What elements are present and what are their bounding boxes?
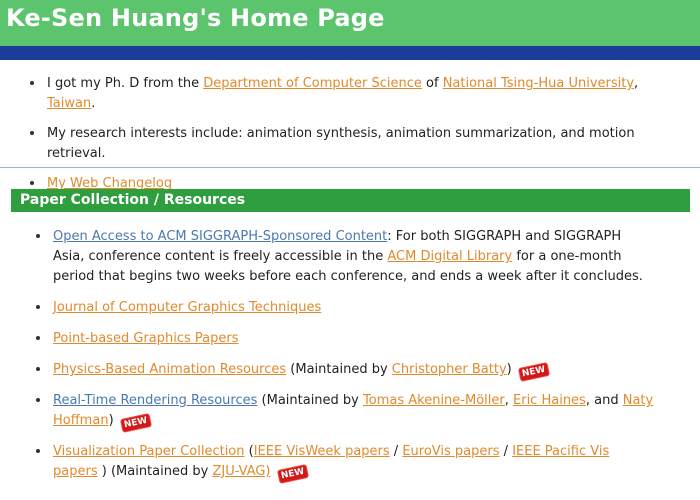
section-title: Paper Collection / Resources <box>20 192 246 208</box>
acm-open-access-link[interactable]: Open Access to ACM SIGGRAPH-Sponsored Co… <box>53 229 387 244</box>
new-badge-icon: NEW <box>120 414 151 432</box>
and-text: , and <box>585 393 619 408</box>
ieee-visweek-link[interactable]: IEEE VisWeek papers <box>254 444 390 459</box>
close-paren-text: ) <box>101 464 107 479</box>
bullet-icon <box>36 234 40 238</box>
bullet-icon <box>30 81 34 85</box>
list-item: Open Access to ACM SIGGRAPH-Sponsored Co… <box>36 227 656 287</box>
list-item: My research interests include: animation… <box>30 124 690 164</box>
bullet-icon <box>36 305 40 309</box>
visualization-collection-link[interactable]: Visualization Paper Collection <box>53 444 245 459</box>
list-item: Point-based Graphics Papers <box>36 329 656 349</box>
university-link[interactable]: National Tsing-Hua University <box>443 76 634 91</box>
list-item: Real-Time Rendering Resources (Maintaine… <box>36 391 656 432</box>
slash-text: / <box>393 444 399 459</box>
research-interests-text: My research interests include: animation… <box>47 126 635 161</box>
maintained-by-text: (Maintained by <box>290 362 388 377</box>
slash-text: / <box>503 444 509 459</box>
new-badge-icon: NEW <box>277 465 308 483</box>
comma-text: , <box>504 393 509 408</box>
close-paren-text: ) <box>506 362 512 377</box>
comma-text: , <box>634 76 639 91</box>
acm-digital-library-link[interactable]: ACM Digital Library <box>387 249 512 264</box>
real-time-rendering-link[interactable]: Real-Time Rendering Resources <box>53 393 257 408</box>
bullet-icon <box>36 367 40 371</box>
maintained-by-text: (Maintained by <box>110 464 209 479</box>
page-title: Ke-Sen Huang's Home Page <box>6 4 385 32</box>
jcgt-link[interactable]: Journal of Computer Graphics Techniques <box>53 300 321 315</box>
bullet-icon <box>30 131 34 135</box>
list-item: Journal of Computer Graphics Techniques <box>36 298 656 318</box>
close-paren-text: ) <box>108 413 114 428</box>
eric-haines-link[interactable]: Eric Haines <box>513 393 586 408</box>
bullet-icon <box>36 336 40 340</box>
phd-text: I got my Ph. D from the <box>47 76 200 91</box>
list-item: Visualization Paper Collection (IEEE Vis… <box>36 442 656 483</box>
eurovis-link[interactable]: EuroVis papers <box>402 444 499 459</box>
divider <box>0 167 700 168</box>
bullet-icon <box>36 449 40 453</box>
physics-animation-link[interactable]: Physics-Based Animation Resources <box>53 362 286 377</box>
list-item: I got my Ph. D from the Department of Co… <box>30 74 690 114</box>
bullet-icon <box>36 398 40 402</box>
point-based-link[interactable]: Point-based Graphics Papers <box>53 331 238 346</box>
maintained-by-text: (Maintained by <box>261 393 359 408</box>
zju-vag-link[interactable]: ZJU-VAG) <box>212 464 270 479</box>
intro-list: I got my Ph. D from the Department of Co… <box>30 74 690 204</box>
taiwan-link[interactable]: Taiwan <box>47 96 91 111</box>
header-blue-bar <box>0 46 700 60</box>
period-text: . <box>91 96 96 111</box>
section-header: Paper Collection / Resources <box>11 189 690 212</box>
bullet-icon <box>30 181 34 185</box>
list-item: Physics-Based Animation Resources (Maint… <box>36 360 656 381</box>
new-badge-icon: NEW <box>518 363 549 381</box>
christopher-batty-link[interactable]: Christopher Batty <box>392 362 507 377</box>
resources-list: Open Access to ACM SIGGRAPH-Sponsored Co… <box>36 227 656 493</box>
department-link[interactable]: Department of Computer Science <box>203 76 422 91</box>
akenine-moller-link[interactable]: Tomas Akenine-Möller <box>363 393 505 408</box>
page-header: Ke-Sen Huang's Home Page <box>0 0 700 46</box>
of-text: of <box>426 76 439 91</box>
